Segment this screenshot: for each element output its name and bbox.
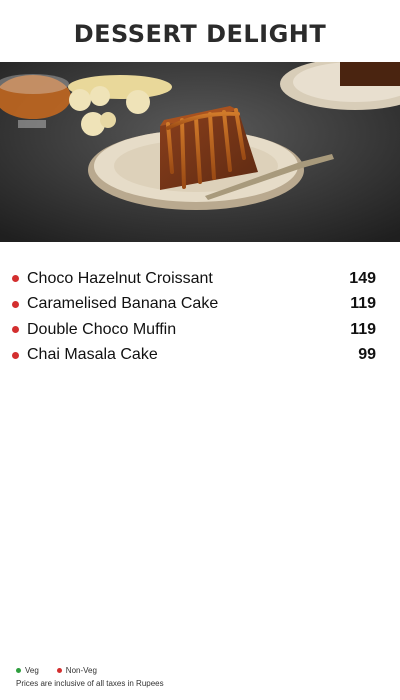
non-veg-dot-icon [12, 275, 19, 283]
item-name: Caramelised Banana Cake [27, 295, 219, 313]
hero-image [0, 62, 400, 242]
diet-legend: Veg Non-Veg [16, 666, 115, 675]
menu-item: Double Choco Muffin 119 [12, 317, 376, 343]
legend-veg-label: Veg [25, 666, 39, 675]
menu-list: Choco Hazelnut Croissant 149 Caramelised… [12, 266, 376, 368]
item-price: 99 [358, 346, 376, 364]
item-name: Chai Masala Cake [27, 346, 158, 364]
legend-veg: Veg [16, 666, 39, 675]
menu-item: Chai Masala Cake 99 [12, 343, 376, 369]
item-name: Choco Hazelnut Croissant [27, 269, 213, 287]
non-veg-dot-icon [12, 351, 19, 359]
item-price: 119 [350, 295, 376, 313]
tax-note: Prices are inclusive of all taxes in Rup… [16, 679, 164, 688]
non-veg-dot-icon [12, 300, 19, 308]
legend-non-veg: Non-Veg [56, 666, 97, 675]
item-price: 119 [350, 320, 376, 338]
item-name: Double Choco Muffin [27, 320, 177, 338]
menu-item: Choco Hazelnut Croissant 149 [12, 266, 376, 292]
non-veg-dot-icon [12, 326, 19, 334]
non-veg-dot-icon [56, 668, 62, 673]
veg-dot-icon [16, 668, 21, 673]
item-price: 149 [349, 269, 376, 287]
page-title: DESSERT DELIGHT [73, 20, 327, 48]
menu-item: Caramelised Banana Cake 119 [12, 292, 376, 318]
legend-non-veg-label: Non-Veg [65, 666, 97, 675]
